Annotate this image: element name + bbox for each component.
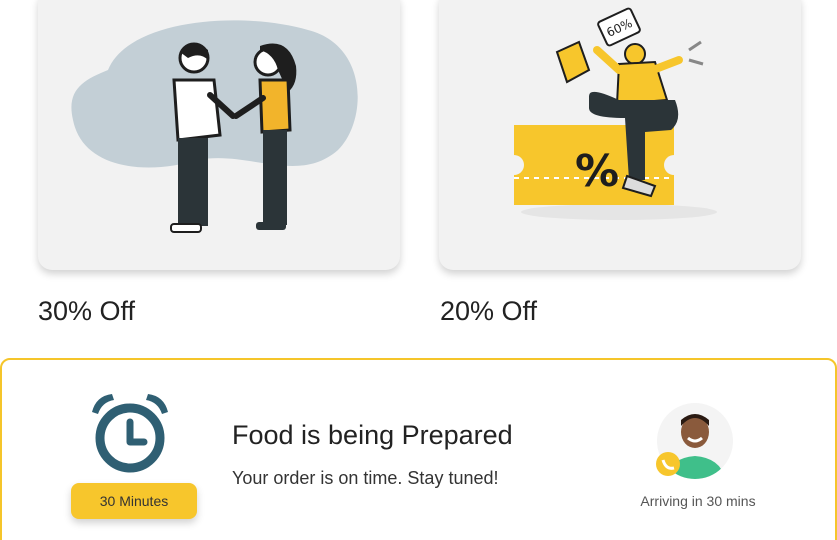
alarm-clock-icon [92, 394, 168, 473]
arrival-text: Arriving in 30 mins [640, 493, 756, 509]
shopping-discount-illustration: % 60% [504, 7, 717, 220]
offer-label-20: 20% Off [440, 296, 538, 326]
status-title: Food is being Prepared [232, 420, 513, 450]
delivery-person-avatar[interactable] [654, 400, 736, 482]
handshake-illustration [71, 20, 358, 233]
status-subtitle: Your order is on time. Stay tuned! [232, 468, 499, 488]
offer-card-30[interactable] [38, 0, 400, 270]
offer-card-20[interactable]: % 60% [439, 0, 801, 270]
time-chip: 30 Minutes [71, 483, 197, 519]
ticket-percent-text: % [575, 146, 619, 197]
offer-label-30: 30% Off [38, 296, 136, 326]
offers-screen: % 60% 30% Off 20% Off 30 Minutes Food is… [0, 0, 837, 540]
